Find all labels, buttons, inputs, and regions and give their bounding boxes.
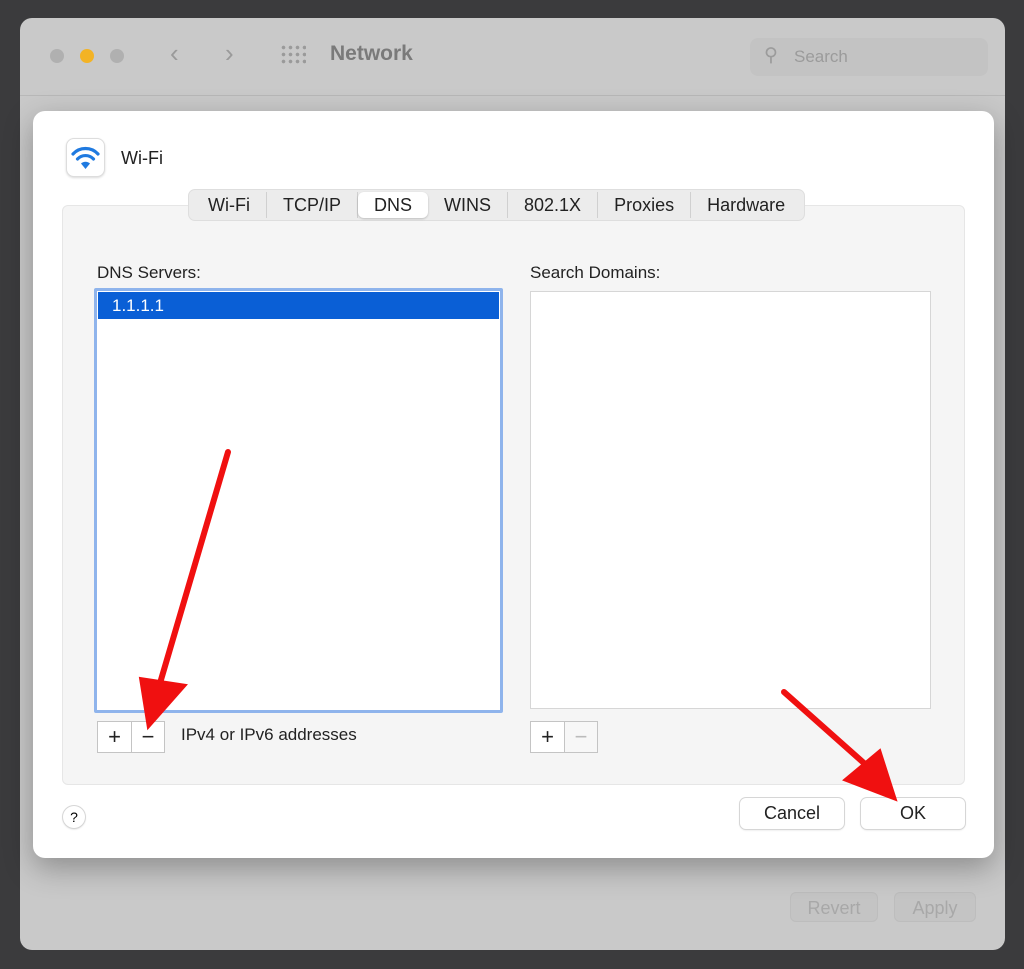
arrow-to-remove-icon xyxy=(155,449,231,693)
annotation-arrows xyxy=(138,449,898,802)
arrow-to-ok-icon xyxy=(781,689,877,775)
